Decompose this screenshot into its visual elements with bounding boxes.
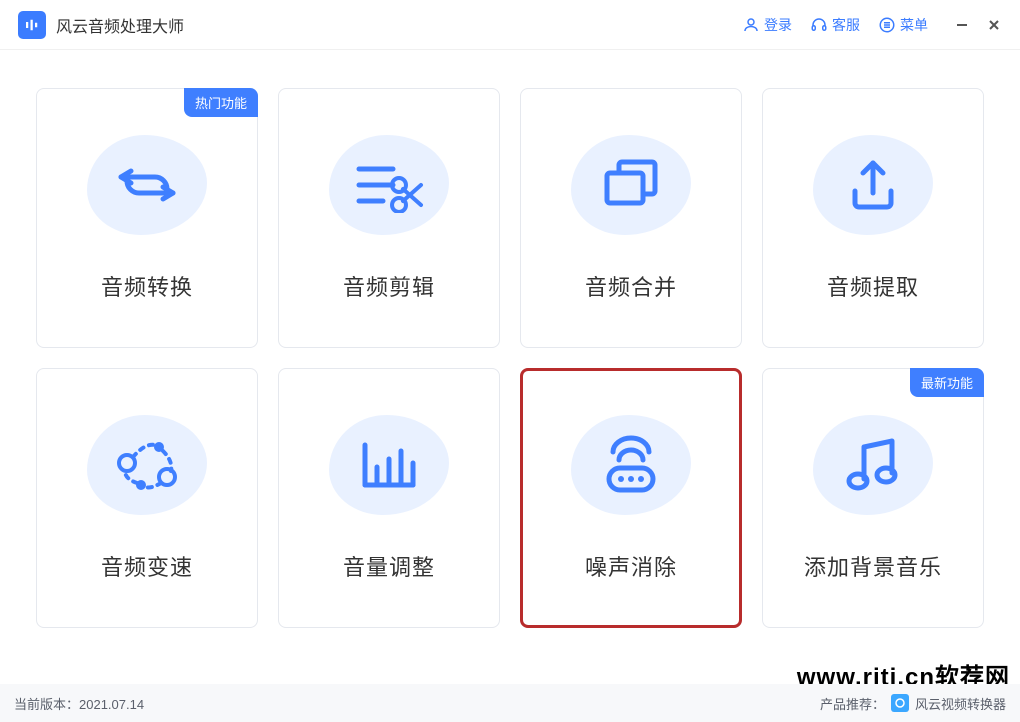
menu-button[interactable]: 菜单: [878, 15, 928, 35]
card-audio-extract[interactable]: 音频提取: [762, 88, 984, 348]
merge-icon: [566, 135, 696, 235]
card-label: 音频变速: [101, 550, 193, 582]
card-label: 添加背景音乐: [804, 550, 942, 582]
support-button[interactable]: 客服: [810, 15, 860, 35]
window-controls: [954, 17, 1002, 33]
app-logo: [18, 11, 46, 39]
app-title: 风云音频处理大师: [56, 13, 184, 37]
card-audio-cut[interactable]: 音频剪辑: [278, 88, 500, 348]
main-grid: 热门功能 音频转换 音频剪辑 音频合并 音频提取 音频变速: [0, 50, 1020, 628]
extract-icon: [808, 135, 938, 235]
card-audio-convert[interactable]: 热门功能 音频转换: [36, 88, 258, 348]
user-icon: [742, 16, 760, 34]
hot-badge: 热门功能: [184, 88, 258, 117]
title-bar: 风云音频处理大师 登录 客服 菜单: [0, 0, 1020, 50]
header-left: 风云音频处理大师: [18, 11, 184, 39]
new-badge: 最新功能: [910, 368, 984, 397]
close-button[interactable]: [986, 17, 1002, 33]
minimize-button[interactable]: [954, 17, 970, 33]
noise-icon: [566, 415, 696, 515]
volume-icon: [324, 415, 454, 515]
speed-icon: [82, 415, 212, 515]
product-icon: [891, 694, 909, 712]
product-recommend[interactable]: 产品推荐： 风云视频转换器: [820, 694, 1006, 713]
version-info: 当前版本：2021.07.14: [14, 694, 144, 713]
header-right: 登录 客服 菜单: [742, 15, 1002, 35]
music-icon: [808, 415, 938, 515]
cut-icon: [324, 135, 454, 235]
headset-icon: [810, 16, 828, 34]
card-audio-speed[interactable]: 音频变速: [36, 368, 258, 628]
card-label: 噪声消除: [585, 550, 677, 582]
status-bar: 当前版本：2021.07.14 产品推荐： 风云视频转换器: [0, 684, 1020, 722]
convert-icon: [82, 135, 212, 235]
card-label: 音量调整: [343, 550, 435, 582]
menu-icon: [878, 16, 896, 34]
login-button[interactable]: 登录: [742, 15, 792, 35]
card-add-bgm[interactable]: 最新功能 添加背景音乐: [762, 368, 984, 628]
card-noise-remove[interactable]: 噪声消除: [520, 368, 742, 628]
card-volume-adjust[interactable]: 音量调整: [278, 368, 500, 628]
card-label: 音频合并: [585, 270, 677, 302]
card-label: 音频转换: [101, 270, 193, 302]
card-label: 音频提取: [827, 270, 919, 302]
card-label: 音频剪辑: [343, 270, 435, 302]
card-audio-merge[interactable]: 音频合并: [520, 88, 742, 348]
